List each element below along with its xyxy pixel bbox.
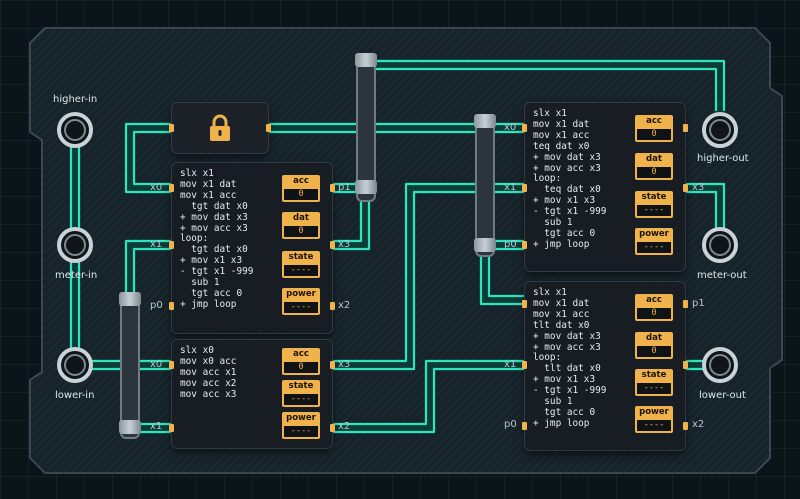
chip-3-port-p0: p0 — [504, 239, 517, 250]
chip-4-dat-value: 0 — [635, 344, 673, 359]
chip-4-dat-register: dat 0 — [635, 332, 673, 359]
chip-4-port-p0: p0 — [504, 419, 517, 430]
chip-1-power-register: power ---- — [282, 288, 320, 315]
chip-4-port-p1: p1 — [692, 298, 705, 309]
chip-3-power-value: ---- — [635, 240, 673, 255]
chip-1-acc-register: acc 0 — [282, 175, 320, 202]
chip-2-port-x3: x3 — [338, 359, 351, 370]
controller-chip-2[interactable]: slx x0 mov x0 acc mov acc x1 mov acc x2 … — [169, 340, 335, 448]
meter-out-label: meter-out — [697, 270, 747, 281]
locked-chip[interactable] — [169, 103, 271, 153]
chip-1-port-x3: x3 — [338, 239, 351, 250]
chip-1-code[interactable]: slx x1 mov x1 dat mov x1 acc tgt dat x0 … — [180, 168, 253, 311]
chip-1-port-p0: p0 — [150, 300, 163, 311]
chip-4-port-x1: x1 — [504, 359, 517, 370]
lower-in-label: lower-in — [55, 390, 95, 401]
chip-3-state-register: state ---- — [635, 191, 673, 218]
meter-in-label: meter-in — [55, 270, 98, 281]
chip-3-acc-register: acc 0 — [635, 115, 673, 142]
chip-2-port-x2: x2 — [338, 421, 351, 432]
lower-out-label: lower-out — [699, 390, 746, 401]
chip-2-power-value: ---- — [282, 424, 320, 439]
chip-4-acc-register: acc 0 — [635, 294, 673, 321]
padlock-icon — [210, 114, 230, 141]
chip-3-acc-value: 0 — [635, 127, 673, 142]
chip-4-port-x2: x2 — [692, 419, 705, 430]
chip-4-state-register: state ---- — [635, 369, 673, 396]
chip-3-power-register: power ---- — [635, 228, 673, 255]
chip-4-power-register: power ---- — [635, 406, 673, 433]
chip-3-dat-register: dat 0 — [635, 153, 673, 180]
higher-out-port-icon — [702, 112, 738, 148]
chip-1-state-value: ---- — [282, 263, 320, 278]
higher-out-label: higher-out — [697, 153, 749, 164]
chip-4-power-value: ---- — [635, 418, 673, 433]
chip-3-state-value: ---- — [635, 203, 673, 218]
chip-2-state-value: ---- — [282, 392, 320, 407]
chip-4-acc-value: 0 — [635, 306, 673, 321]
chip-3-port-x1: x1 — [504, 182, 517, 193]
controller-chip-1[interactable]: slx x1 mov x1 dat mov x1 acc tgt dat x0 … — [169, 163, 335, 333]
chip-2-port-x1: x1 — [150, 421, 163, 432]
controller-chip-4[interactable]: slx x1 mov x1 dat mov x1 acc tlt dat x0 … — [522, 282, 688, 450]
meter-in-port-icon — [57, 227, 93, 263]
chip-1-dat-value: 0 — [282, 224, 320, 239]
higher-in-port-icon — [57, 112, 93, 148]
chip-1-dat-register: dat 0 — [282, 212, 320, 239]
chip-1-state-register: state ---- — [282, 251, 320, 278]
chip-3-code[interactable]: slx x1 mov x1 dat mov x1 acc teq dat x0 … — [533, 108, 606, 251]
chip-1-acc-value: 0 — [282, 187, 320, 202]
controller-chip-3[interactable]: slx x1 mov x1 dat mov x1 acc teq dat x0 … — [522, 103, 688, 271]
chip-2-code[interactable]: slx x0 mov x0 acc mov acc x1 mov acc x2 … — [180, 345, 236, 401]
chip-2-acc-register: acc 0 — [282, 348, 320, 375]
chip-1-port-x1: x1 — [150, 239, 163, 250]
chip-4-code[interactable]: slx x1 mov x1 dat mov x1 acc tlt dat x0 … — [533, 287, 606, 430]
chip-3-port-x3: x3 — [692, 182, 705, 193]
chip-2-power-register: power ---- — [282, 412, 320, 439]
chip-1-port-x0: x0 — [150, 182, 163, 193]
chip-4-state-value: ---- — [635, 381, 673, 396]
chip-2-port-x0: x0 — [150, 359, 163, 370]
chip-2-acc-value: 0 — [282, 360, 320, 375]
chip-3-dat-value: 0 — [635, 165, 673, 180]
meter-out-port-icon — [702, 227, 738, 263]
chip-1-port-p1: p1 — [338, 182, 351, 193]
chip-2-state-register: state ---- — [282, 380, 320, 407]
chip-1-power-value: ---- — [282, 300, 320, 315]
lower-out-port-icon — [702, 347, 738, 383]
chip-3-port-x0: x0 — [504, 122, 517, 133]
higher-in-label: higher-in — [53, 94, 98, 105]
lower-in-port-icon — [57, 347, 93, 383]
chip-1-port-x2: x2 — [338, 300, 351, 311]
